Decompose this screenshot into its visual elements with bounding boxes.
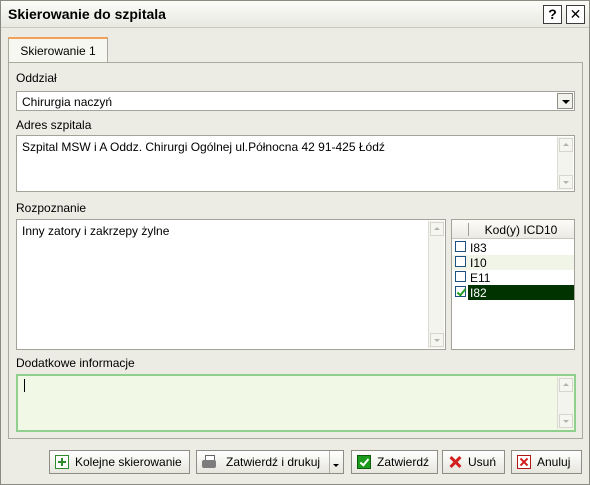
department-label: Oddział <box>16 71 57 85</box>
icd10-header-label: Kod(y) ICD10 <box>484 223 558 237</box>
chevron-down-icon[interactable] <box>557 93 573 109</box>
address-label: Adres szpitala <box>16 118 92 132</box>
icd10-row[interactable]: E11 <box>452 270 574 285</box>
dialog-window: Skierowanie do szpitala ? ✕ Skierowanie … <box>0 0 590 485</box>
tab-skierowanie-1[interactable]: Skierowanie 1 <box>8 37 108 63</box>
scroll-up-icon[interactable] <box>559 138 573 152</box>
address-field[interactable]: Szpital MSW i A Oddz. Chirurgi Ogólnej u… <box>16 135 575 192</box>
icd10-checkbox[interactable] <box>455 271 466 282</box>
plus-icon <box>55 455 69 469</box>
x-box-icon <box>517 455 531 469</box>
diagnosis-field[interactable]: Inny zatory i zakrzepy żylne <box>16 219 446 350</box>
department-value: Chirurgia naczyń <box>22 95 113 109</box>
chevron-down-icon[interactable] <box>329 451 343 473</box>
additional-info-scrollbar[interactable] <box>557 377 573 429</box>
scroll-up-icon[interactable] <box>559 378 573 392</box>
icd10-checkbox[interactable] <box>455 241 466 252</box>
delete-label: Usuń <box>468 455 497 469</box>
icd10-code: E11 <box>470 271 491 285</box>
next-referral-label: Kolejne skierowanie <box>75 455 182 469</box>
icd10-row[interactable]: I10 <box>452 255 574 270</box>
scroll-up-icon[interactable] <box>430 222 444 236</box>
next-referral-button[interactable]: Kolejne skierowanie <box>49 450 190 474</box>
address-value: Szpital MSW i A Oddz. Chirurgi Ogólnej u… <box>22 140 385 154</box>
diagnosis-value: Inny zatory i zakrzepy żylne <box>22 224 170 238</box>
scroll-down-icon[interactable] <box>430 333 444 347</box>
icd10-row-selected[interactable]: I82 <box>452 285 574 300</box>
icd10-checkbox[interactable] <box>455 256 466 267</box>
check-icon <box>357 455 371 469</box>
icd10-code: I82 <box>470 286 487 300</box>
icd10-checkbox-checked[interactable] <box>455 286 466 297</box>
icd10-row[interactable]: I83 <box>452 240 574 255</box>
additional-info-label: Dodatkowe informacje <box>16 356 135 370</box>
department-select[interactable]: Chirurgia naczyń <box>16 91 575 111</box>
x-icon <box>448 455 462 469</box>
printer-icon <box>202 455 216 469</box>
cancel-label: Anuluj <box>537 455 571 469</box>
scroll-down-icon[interactable] <box>559 175 573 189</box>
icd10-code: I10 <box>470 256 487 270</box>
approve-print-label: Zatwierdź i drukuj <box>226 455 321 469</box>
approve-label: Zatwierdź <box>377 455 430 469</box>
cancel-button[interactable]: Anuluj <box>511 450 582 474</box>
close-button[interactable]: ✕ <box>566 5 585 24</box>
help-button[interactable]: ? <box>543 5 562 24</box>
title-bar[interactable]: Skierowanie do szpitala ? ✕ <box>1 1 589 28</box>
approve-button[interactable]: Zatwierdź <box>351 450 438 474</box>
address-scrollbar[interactable] <box>557 137 573 190</box>
additional-info-field[interactable] <box>16 374 576 432</box>
diagnosis-scrollbar[interactable] <box>428 221 444 348</box>
icd10-list: Kod(y) ICD10 I83 I10 E11 I82 <box>451 219 575 350</box>
scroll-down-icon[interactable] <box>559 414 573 428</box>
delete-button[interactable]: Usuń <box>442 450 505 474</box>
window-title: Skierowanie do szpitala <box>8 6 166 22</box>
diagnosis-label: Rozpoznanie <box>16 201 87 215</box>
icd10-header[interactable]: Kod(y) ICD10 <box>452 220 574 239</box>
icd10-code: I83 <box>470 241 487 255</box>
approve-print-button[interactable]: Zatwierdź i drukuj <box>196 450 344 474</box>
text-caret <box>24 379 25 392</box>
